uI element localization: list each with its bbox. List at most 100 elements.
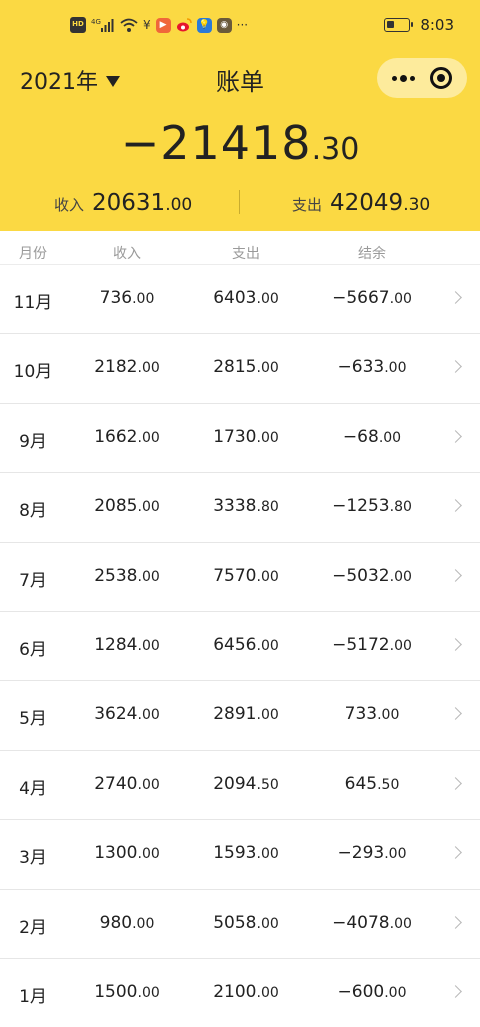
- income-cell: 1662.00: [94, 427, 160, 447]
- month-label: 11月: [13, 293, 53, 313]
- month-row[interactable]: 10月 2182.00 2815.00 −633.00: [0, 334, 480, 404]
- annual-balance: −21418.30: [0, 116, 480, 170]
- month-row[interactable]: 4月 2740.00 2094.50 645.50: [0, 751, 480, 821]
- chevron-right-icon: [449, 776, 462, 790]
- expense-integer: 5058: [213, 912, 257, 933]
- month-cell: 4月: [19, 774, 47, 799]
- month-row[interactable]: 11月 736.00 6403.00 −5667.00: [0, 265, 480, 335]
- expense-decimal: .00: [256, 707, 279, 724]
- month-cell: 10月: [14, 357, 53, 382]
- expense-integer: 6456: [213, 634, 257, 655]
- month-row[interactable]: 6月 1284 .00 6456.00 −5172.00: [0, 612, 480, 682]
- expense-integer: 42049: [330, 190, 404, 216]
- expense-integer: 6403: [213, 288, 257, 308]
- month-cell: 6月: [19, 635, 47, 660]
- income-decimal: .00: [132, 291, 155, 307]
- income-label: 收入: [54, 196, 85, 214]
- expense-cell: 3338.80: [213, 496, 279, 516]
- month-row[interactable]: 9月 1662.00 1730.00 −68.00: [0, 404, 480, 474]
- expense-integer: 2891: [213, 704, 257, 725]
- expense-cell: 6456.00: [213, 635, 279, 655]
- balance-cell: −4078.00: [332, 913, 412, 933]
- balance-decimal: .00: [389, 291, 412, 307]
- income-integer: 2740: [94, 773, 138, 794]
- chevron-right-icon: [449, 846, 462, 859]
- month-row[interactable]: 8月 2085.00 3338.80 −1253.80: [0, 473, 480, 543]
- income-decimal: .00: [137, 846, 160, 863]
- monthly-list: 11月 736.00 6403.00 −5667.00 10月 2182.00 2815.0…: [0, 265, 480, 1027]
- month-row[interactable]: 1月 1500.00 2100.00 −600.00: [0, 959, 480, 1027]
- balance-decimal: .00: [378, 429, 402, 446]
- income-cell: 2182.00: [94, 357, 160, 377]
- income-integer: 3624: [94, 704, 138, 725]
- month-row[interactable]: 2月 980.00 5058.00 −4078.00: [0, 890, 480, 959]
- year-label: 2021年: [20, 70, 98, 95]
- more-dots-icon[interactable]: [392, 74, 416, 82]
- weibo-icon: [176, 17, 192, 33]
- month-row[interactable]: 3月 1300.00 1593.00 −293.00: [0, 820, 480, 890]
- expense-integer: 3338: [213, 496, 257, 517]
- income-decimal: .00: [137, 360, 160, 377]
- month-row[interactable]: 5月 3624.00 2891.00 733.00: [0, 681, 480, 751]
- balance-decimal: .00: [389, 637, 412, 654]
- month-label: 4月: [19, 778, 47, 799]
- expense-cell: 2891.00: [213, 704, 279, 724]
- income-cell: 2538.00: [94, 566, 160, 586]
- balance-cell: 733.00: [345, 704, 400, 724]
- more-notifications-icon: ···: [236, 18, 249, 32]
- balance-integer: −21418: [120, 116, 312, 170]
- hd-icon: HD: [70, 17, 86, 33]
- year-selector[interactable]: 2021年: [20, 64, 120, 96]
- status-right: 8:03: [384, 16, 454, 34]
- video-app-icon: ▶: [155, 17, 171, 33]
- balance-integer: −4078: [332, 912, 390, 933]
- expense-decimal: .50: [256, 776, 279, 793]
- expense-cell: 2094.50: [213, 774, 279, 794]
- balance-cell: 645.50: [345, 774, 400, 794]
- chevron-right-icon: [449, 568, 462, 582]
- month-cell: 1月: [19, 982, 47, 1007]
- target-circle-icon[interactable]: [429, 67, 452, 89]
- balance-integer: −633: [337, 357, 385, 378]
- balance-cell: −5667.00: [332, 288, 412, 308]
- battery-level: [387, 21, 395, 28]
- income-cell: 3624.00: [94, 704, 160, 724]
- expense-integer: 7570: [213, 565, 257, 586]
- balance-integer: −5667: [332, 288, 390, 308]
- app-icon: ◉: [216, 17, 232, 33]
- income-integer: 20631: [92, 190, 166, 216]
- balance-integer: −68: [342, 426, 379, 447]
- expense-cell: 2100.00: [213, 982, 279, 1002]
- income-decimal: .00: [137, 429, 160, 446]
- income-integer: 1300: [94, 843, 138, 864]
- balance-cell: −5172.00: [332, 635, 412, 655]
- income-integer: 2085: [94, 496, 138, 517]
- expense-cell: 5058.00: [213, 913, 279, 933]
- income-summary: 收入 20631.00: [54, 190, 192, 216]
- balance-decimal: .80: [389, 499, 412, 516]
- expense-decimal: .00: [256, 915, 279, 932]
- balance-decimal: .00: [384, 360, 407, 377]
- expense-integer: 1730: [213, 426, 257, 447]
- balance-integer: −293: [337, 843, 385, 864]
- balance-cell: −68.00: [343, 427, 401, 447]
- month-label: 3月: [19, 848, 47, 869]
- income-integer: 1284: [94, 634, 138, 655]
- expense-integer: 1593: [213, 843, 257, 864]
- expense-decimal: .00: [256, 360, 279, 377]
- signal-icon: 4G: [91, 17, 115, 33]
- month-label: 9月: [19, 431, 47, 452]
- balance-cell: −600.00: [338, 982, 407, 1002]
- chevron-right-icon: [449, 360, 462, 374]
- balance-decimal: .50: [377, 776, 400, 793]
- income-cell: 2085.00: [94, 496, 160, 516]
- column-header-balance: 结余: [358, 246, 386, 262]
- month-row[interactable]: 7月 2538.00 7570.00 −5032.00: [0, 543, 480, 612]
- expense-decimal: .80: [256, 499, 279, 516]
- balance-integer: 645: [344, 773, 378, 794]
- expense-cell: 7570.00: [213, 566, 279, 586]
- month-cell: 8月: [19, 496, 47, 521]
- status-icons: HD 4G ¥ ▶ 💡 ◉ ···: [70, 17, 248, 33]
- month-label: 10月: [13, 362, 53, 383]
- triangle-down-icon: [106, 75, 120, 87]
